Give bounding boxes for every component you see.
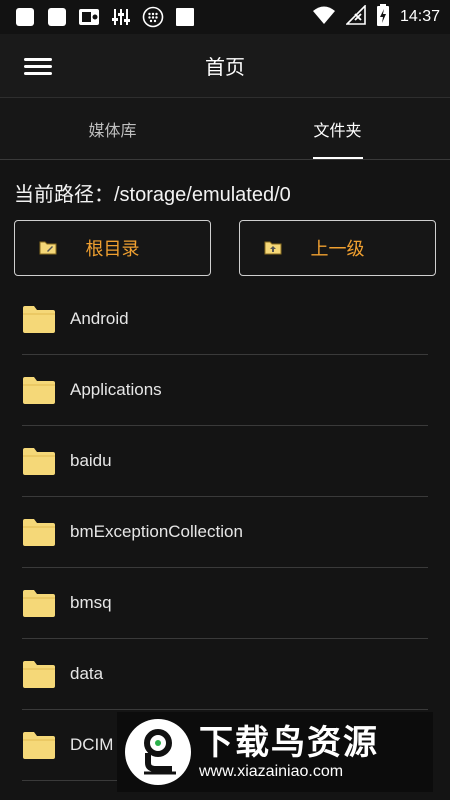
current-path: 当前路径：/storage/emulated/0: [14, 178, 291, 207]
radio-icon: [78, 6, 100, 28]
list-item[interactable]: Applications: [22, 355, 428, 426]
clock: 14:37: [399, 8, 440, 25]
path-value: /storage/emulated/0: [114, 184, 291, 206]
folder-icon: [23, 519, 55, 546]
tab-bar: 媒体库 文件夹: [0, 98, 450, 160]
equalizer-icon: [110, 6, 132, 28]
page-title: 首页: [205, 55, 245, 79]
list-item[interactable]: bmsq: [22, 568, 428, 639]
list-item[interactable]: Android: [22, 284, 428, 355]
status-bar: 14:37: [0, 0, 450, 34]
folder-name: Applications: [70, 380, 162, 399]
bird-logo-icon: [125, 719, 191, 785]
watermark-title: 下载鸟资源: [199, 723, 379, 763]
tab-folders[interactable]: 文件夹: [225, 98, 450, 159]
folder-up-icon: [264, 241, 282, 255]
folder-name: bmsq: [70, 593, 112, 612]
list-item[interactable]: data: [22, 639, 428, 710]
list-item[interactable]: bmExceptionCollection: [22, 497, 428, 568]
folder-icon: [23, 448, 55, 475]
app-square-icon: [174, 6, 196, 28]
app-square-icon: [14, 6, 36, 28]
watermark-text: 下载鸟资源 www.xiazainiao.com: [199, 723, 379, 781]
parent-directory-button[interactable]: 上一级: [239, 220, 436, 276]
list-item[interactable]: baidu: [22, 426, 428, 497]
folder-edit-icon: [39, 241, 57, 255]
notification-icons: [14, 6, 196, 28]
folder-icon: [23, 377, 55, 404]
path-label: 当前路径：: [14, 184, 114, 206]
app-bar: 首页: [0, 34, 450, 98]
file-list: Android Applications baidu bmExceptionCo…: [22, 284, 428, 781]
hamburger-icon: [24, 58, 52, 61]
watermark: 下载鸟资源 www.xiazainiao.com: [117, 712, 433, 792]
watermark-url: www.xiazainiao.com: [199, 763, 344, 780]
folder-name: baidu: [70, 451, 112, 470]
menu-button[interactable]: [24, 54, 52, 78]
dots-grid-icon: [142, 6, 164, 28]
folder-name: bmExceptionCollection: [70, 522, 243, 541]
folder-name: DCIM: [70, 735, 114, 754]
root-directory-button[interactable]: 根目录: [14, 220, 211, 276]
signal-off-icon: [345, 4, 366, 29]
folder-icon: [23, 661, 55, 688]
battery-charging-icon: [376, 4, 390, 30]
folder-name: data: [70, 664, 104, 683]
folder-icon: [23, 590, 55, 617]
system-icons: 14:37: [312, 4, 440, 30]
folder-icon: [23, 306, 55, 333]
wifi-icon: [312, 5, 336, 29]
tab-media-library[interactable]: 媒体库: [0, 98, 225, 159]
folder-name: Android: [70, 309, 129, 328]
app-square-icon: [46, 6, 68, 28]
folder-icon: [23, 732, 55, 759]
